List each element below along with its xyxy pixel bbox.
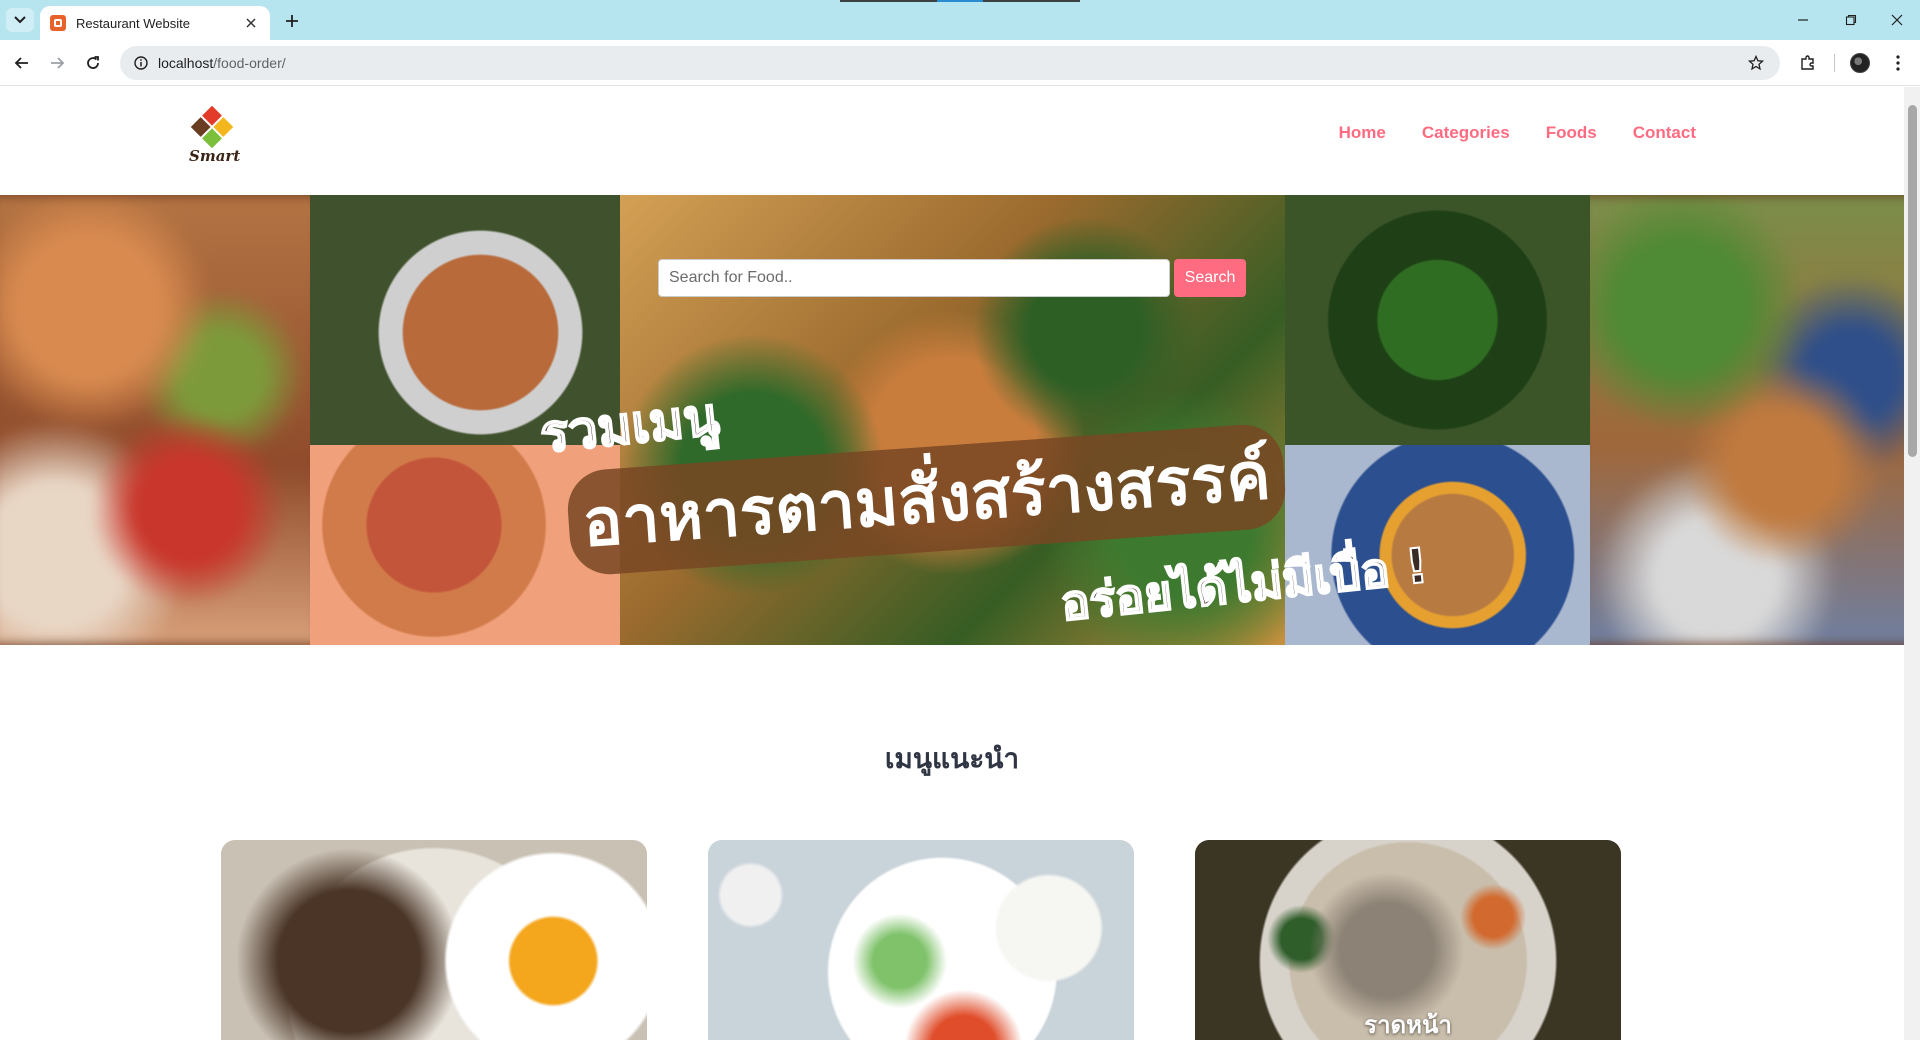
address-bar[interactable]: localhost/food-order/ xyxy=(120,46,1780,80)
window-close-button[interactable] xyxy=(1874,6,1920,34)
url-host: localhost xyxy=(158,55,214,71)
browser-toolbar: localhost/food-order/ xyxy=(0,40,1920,86)
tab-close-button[interactable] xyxy=(242,14,260,32)
logo-text: Smart xyxy=(189,147,241,165)
featured-card-rice-plate[interactable] xyxy=(708,840,1134,1040)
avatar xyxy=(1850,53,1870,73)
chevron-down-icon xyxy=(14,16,26,24)
star-icon xyxy=(1748,55,1764,71)
profile-button[interactable] xyxy=(1846,49,1874,77)
hero-banner: รวมเมนู อาหารตามสั่งสร้างสรรค์ อร่อยได้ไ… xyxy=(0,195,1904,645)
tab-search-button[interactable] xyxy=(6,8,34,32)
page-viewport: Smart Home Categories Foods Contact รวมเ… xyxy=(0,87,1904,1040)
reload-button[interactable] xyxy=(79,49,107,77)
site-header: Smart Home Categories Foods Contact xyxy=(0,87,1904,195)
minimize-button[interactable] xyxy=(1780,6,1826,34)
site-logo[interactable]: Smart xyxy=(187,105,241,171)
url-path: /food-order/ xyxy=(213,55,286,71)
new-tab-button[interactable] xyxy=(280,9,304,33)
browser-tab-active[interactable]: Restaurant Website xyxy=(40,6,270,40)
nav-foods[interactable]: Foods xyxy=(1546,123,1597,143)
collage-photo-morning-glory xyxy=(1285,195,1590,445)
bookmark-button[interactable] xyxy=(1746,53,1766,73)
featured-card-rad-na[interactable]: ราดหน้า xyxy=(1195,840,1621,1040)
page-scrollbar[interactable] xyxy=(1904,87,1920,1040)
toolbar-separator xyxy=(1834,54,1835,72)
browser-tabstrip: Restaurant Website xyxy=(0,0,1920,40)
food-search-input[interactable] xyxy=(658,259,1170,297)
main-nav: Home Categories Foods Contact xyxy=(1339,123,1696,143)
arrow-left-icon xyxy=(14,57,28,69)
featured-section-title: เมนูแนะนำ xyxy=(884,742,1020,775)
back-button[interactable] xyxy=(8,49,36,77)
featured-card-basil-pork[interactable] xyxy=(221,840,647,1040)
arrow-right-icon xyxy=(51,57,65,69)
scrollbar-thumb[interactable] xyxy=(1908,105,1917,457)
site-info-button[interactable] xyxy=(124,46,158,80)
browser-menu-button[interactable] xyxy=(1884,49,1912,77)
minimize-icon xyxy=(1798,19,1808,21)
puzzle-icon xyxy=(1801,55,1814,70)
restore-icon xyxy=(1845,14,1857,26)
card-label: ราดหน้า xyxy=(1364,1011,1452,1039)
kebab-menu-icon xyxy=(1896,55,1900,71)
tab-title: Restaurant Website xyxy=(76,15,190,31)
forward-button[interactable] xyxy=(43,49,71,77)
extensions-button[interactable] xyxy=(1794,49,1822,77)
close-icon xyxy=(246,18,256,28)
nav-contact[interactable]: Contact xyxy=(1633,123,1696,143)
plus-icon xyxy=(286,15,298,27)
hero-blur-left xyxy=(0,195,320,645)
info-icon xyxy=(134,56,148,70)
hero-blur-right xyxy=(1580,195,1904,645)
reload-icon xyxy=(87,56,99,69)
nav-home[interactable]: Home xyxy=(1339,123,1386,143)
site-favicon-icon xyxy=(50,15,66,31)
search-button[interactable]: Search xyxy=(1174,259,1246,297)
window-drag-indicator-highlight xyxy=(937,0,983,2)
nav-categories[interactable]: Categories xyxy=(1422,123,1510,143)
restore-button[interactable] xyxy=(1828,6,1874,34)
close-icon xyxy=(1891,14,1903,26)
food-search-form: Search xyxy=(658,259,1246,297)
